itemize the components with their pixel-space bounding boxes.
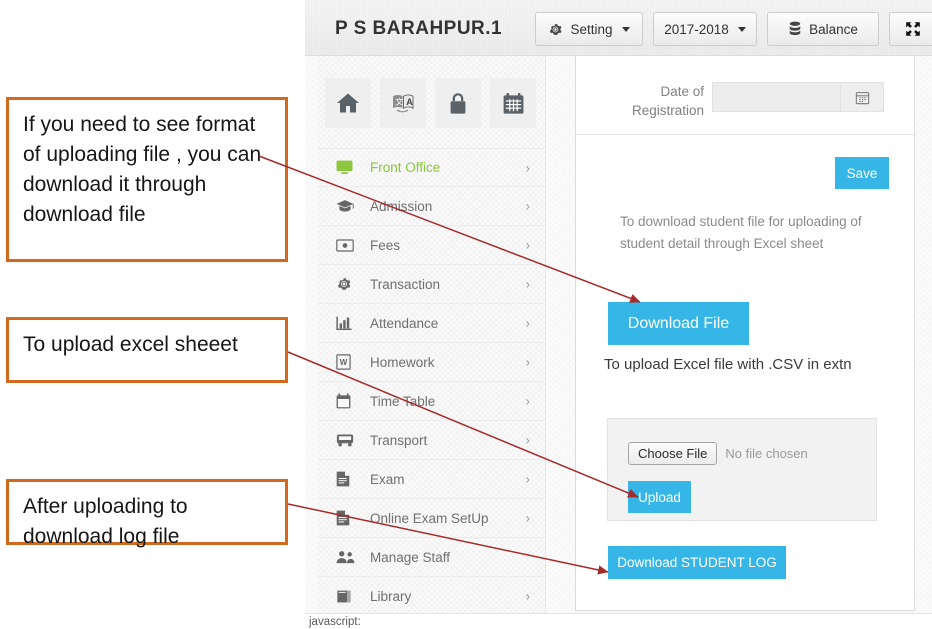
chevron-right-icon: › xyxy=(525,588,530,604)
sidebar-item-label: Attendance xyxy=(370,315,439,331)
save-button[interactable]: Save xyxy=(835,157,889,189)
date-of-registration-input[interactable] xyxy=(713,83,840,111)
sidebar-icon-tiles: 文 A xyxy=(325,78,536,128)
chevron-right-icon: › xyxy=(525,160,530,175)
chevron-down-icon xyxy=(737,26,746,32)
chevron-right-icon: › xyxy=(525,315,530,331)
content-card: Date of Registration Save To download st… xyxy=(575,56,916,611)
sidebar-item-label: Online Exam SetUp xyxy=(370,510,489,526)
sidebar-item-label: Exam xyxy=(370,471,405,487)
chevron-right-icon: › xyxy=(525,354,530,370)
session-year-label: 2017-2018 xyxy=(664,21,729,37)
svg-text:A: A xyxy=(406,97,413,107)
home-icon xyxy=(336,92,360,114)
page-title: P S BARAHPUR.1 xyxy=(335,18,503,39)
sidebar-item-label: Transaction xyxy=(370,276,441,292)
download-file-button[interactable]: Download File xyxy=(608,302,749,345)
sidebar: 文 A Front Office › Admission › Fees › Tr… xyxy=(318,56,546,629)
calendar-icon xyxy=(855,90,870,105)
sidebar-item-manage-staff[interactable]: Manage Staff xyxy=(318,538,546,577)
database-icon xyxy=(788,21,802,37)
translate-icon-tile[interactable]: 文 A xyxy=(380,78,426,128)
file-upload-box: Choose File No file chosen Upload xyxy=(607,418,877,521)
bus-icon xyxy=(336,433,358,448)
sidebar-item-exam[interactable]: Exam › xyxy=(318,460,546,499)
choose-file-button[interactable]: Choose File xyxy=(628,442,718,465)
sidebar-item-transaction[interactable]: Transaction › xyxy=(318,265,546,304)
session-year-button[interactable]: 2017-2018 xyxy=(653,12,757,46)
svg-text:文: 文 xyxy=(395,97,403,107)
sidebar-item-library[interactable]: Library › xyxy=(318,577,546,616)
date-of-registration-row: Date of Registration xyxy=(576,78,916,135)
book-icon xyxy=(336,589,358,604)
sidebar-item-label: Homework xyxy=(370,354,435,370)
graduation-icon xyxy=(336,199,358,213)
translate-icon: 文 A xyxy=(391,92,415,114)
calendar-icon xyxy=(502,92,525,115)
svg-text:W: W xyxy=(340,358,348,367)
lock-icon-tile[interactable] xyxy=(435,78,481,128)
sidebar-item-online-exam-setup[interactable]: Online Exam SetUp › xyxy=(318,499,546,538)
annotation-box-download-log: After uploading to download log file xyxy=(6,479,288,548)
document-w-icon: W xyxy=(336,354,358,370)
file-icon xyxy=(336,471,358,487)
app-header: P S BARAHPUR.1 Setting 2017-2018 Balance xyxy=(305,0,932,56)
fullscreen-button[interactable] xyxy=(889,12,932,46)
screenshot-root: P S BARAHPUR.1 Setting 2017-2018 Balance… xyxy=(0,0,932,629)
users-icon xyxy=(336,550,358,564)
money-icon xyxy=(336,238,358,252)
sidebar-item-label: Time Table xyxy=(370,393,436,409)
upload-button[interactable]: Upload xyxy=(628,481,691,513)
sidebar-item-homework[interactable]: W Homework › xyxy=(318,343,546,382)
status-bar: javascript: xyxy=(305,613,932,629)
home-icon-tile[interactable] xyxy=(325,78,371,128)
annotation-box-download-file: If you need to see format of uploading f… xyxy=(6,97,288,262)
sidebar-item-transport[interactable]: Transport › xyxy=(318,421,546,460)
setting-button[interactable]: Setting xyxy=(535,12,643,46)
download-help-text: To download student file for uploading o… xyxy=(620,214,862,251)
calendar-icon-tile[interactable] xyxy=(490,78,536,128)
sidebar-item-label: Transport xyxy=(370,432,428,448)
sidebar-item-time-table[interactable]: Time Table › xyxy=(318,382,546,421)
balance-button-label: Balance xyxy=(809,21,858,37)
monitor-icon xyxy=(336,160,358,175)
chevron-right-icon: › xyxy=(525,198,530,214)
annotation-box-upload-excel: To upload excel sheeet xyxy=(6,317,288,383)
sidebar-item-attendance[interactable]: Attendance › xyxy=(318,304,546,343)
chevron-right-icon: › xyxy=(525,510,530,526)
app-window: P S BARAHPUR.1 Setting 2017-2018 Balance… xyxy=(305,0,932,629)
sidebar-item-fees[interactable]: Fees › xyxy=(318,226,546,265)
date-of-registration-label: Date of Registration xyxy=(631,84,704,118)
chevron-right-icon: › xyxy=(525,471,530,487)
lock-icon xyxy=(448,92,468,115)
setting-button-label: Setting xyxy=(570,21,613,37)
chevron-right-icon: › xyxy=(525,237,530,253)
chevron-down-icon xyxy=(621,26,630,32)
gear-icon xyxy=(548,22,563,37)
sidebar-item-label: Library xyxy=(370,588,412,604)
sidebar-menu: Front Office › Admission › Fees › Transaction ›… xyxy=(318,148,546,616)
no-file-chosen-label: No file chosen xyxy=(725,446,808,461)
gear-icon xyxy=(336,276,358,292)
sidebar-item-label: Admission xyxy=(370,198,433,214)
sidebar-item-admission[interactable]: Admission › xyxy=(318,187,546,226)
expand-icon xyxy=(905,21,921,37)
bar-chart-icon xyxy=(336,316,358,331)
sidebar-item-label: Fees xyxy=(370,237,401,253)
calendar-picker-button[interactable] xyxy=(840,83,883,111)
calendar-icon xyxy=(336,393,358,409)
file-icon xyxy=(336,510,358,526)
upload-note-text: To upload Excel file with .CSV in extn xyxy=(604,356,852,373)
sidebar-item-front-office[interactable]: Front Office › xyxy=(318,148,546,187)
balance-button[interactable]: Balance xyxy=(767,12,879,46)
chevron-right-icon: › xyxy=(525,432,530,448)
file-input-row: Choose File No file chosen xyxy=(628,442,808,465)
sidebar-item-label: Manage Staff xyxy=(370,549,451,565)
sidebar-item-label: Front Office xyxy=(370,160,441,175)
date-of-registration-group xyxy=(712,82,884,112)
chevron-right-icon: › xyxy=(525,393,530,409)
download-student-log-button[interactable]: Download STUDENT LOG xyxy=(608,546,786,579)
chevron-right-icon: › xyxy=(525,276,530,292)
